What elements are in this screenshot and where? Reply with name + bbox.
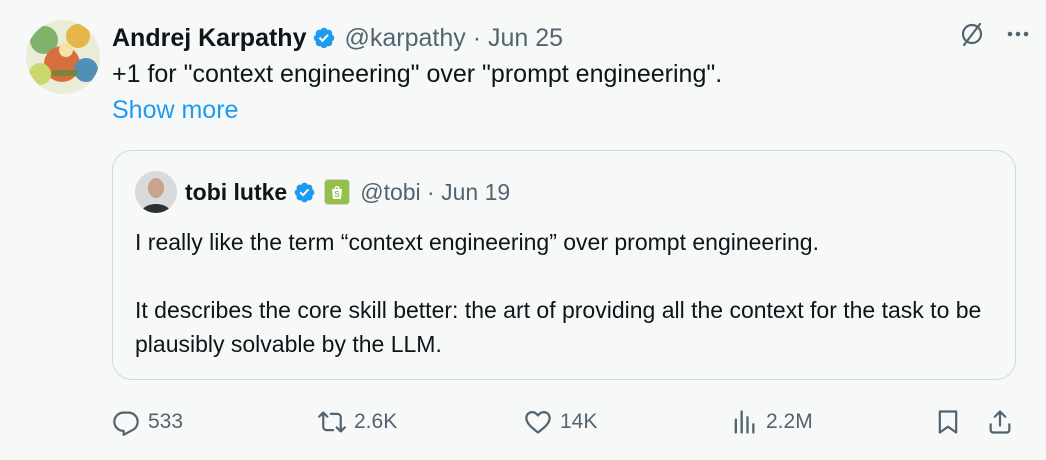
views-button[interactable]: 2.2M (730, 400, 813, 444)
repost-button[interactable]: 2.6K (318, 400, 397, 444)
svg-text:S: S (335, 190, 341, 199)
tweet-actions-bar: 533 2.6K 14K 2.2M (112, 400, 1032, 444)
repost-count: 2.6K (354, 410, 398, 433)
more-options-icon[interactable] (1004, 20, 1032, 48)
share-icon (989, 410, 1011, 434)
analytics-icon (734, 410, 755, 434)
repost-icon (318, 411, 346, 433)
like-count: 14K (560, 410, 598, 433)
author-handle-date[interactable]: @karpathy · Jun 25 (344, 24, 563, 53)
share-button[interactable] (986, 400, 1014, 444)
show-more-link[interactable]: Show more (112, 96, 238, 125)
author-name[interactable]: Andrej Karpathy (112, 24, 306, 53)
reply-count: 533 (148, 410, 184, 433)
quoted-paragraph: I really like the term “context engineer… (135, 229, 819, 255)
reply-button[interactable]: 533 (112, 400, 183, 444)
verified-badge-icon[interactable] (312, 26, 336, 50)
like-button[interactable]: 14K (524, 400, 597, 444)
quoted-author-name[interactable]: tobi lutke (185, 179, 287, 206)
tweet-card[interactable]: Andrej Karpathy @karpathy · Jun 25 +1 fo… (0, 0, 1046, 460)
views-count: 2.2M (766, 410, 813, 433)
author-avatar[interactable] (26, 20, 100, 94)
verified-badge-icon[interactable] (293, 181, 316, 204)
tweet-text: +1 for "context engineering" over "promp… (112, 60, 723, 88)
top-right-controls (958, 20, 1032, 48)
quoted-author-handle-date[interactable]: @tobi · Jun 19 (360, 179, 510, 206)
heart-icon (525, 410, 551, 434)
tweet-header: Andrej Karpathy @karpathy · Jun 25 (112, 18, 563, 58)
quoted-tweet[interactable]: tobi lutke S @tobi · Jun 19 I really lik… (112, 150, 1016, 380)
quoted-author-avatar[interactable] (135, 171, 177, 213)
shopify-bag-icon[interactable]: S (324, 179, 351, 205)
bookmark-button[interactable] (934, 400, 962, 444)
quoted-tweet-header: tobi lutke S @tobi · Jun 19 (135, 171, 510, 213)
quoted-tweet-text: I really like the term “context engineer… (135, 225, 995, 361)
grok-icon[interactable] (958, 20, 986, 48)
quoted-paragraph: It describes the core skill better: the … (135, 297, 982, 357)
reply-icon (113, 411, 139, 436)
bookmark-icon (938, 410, 958, 434)
